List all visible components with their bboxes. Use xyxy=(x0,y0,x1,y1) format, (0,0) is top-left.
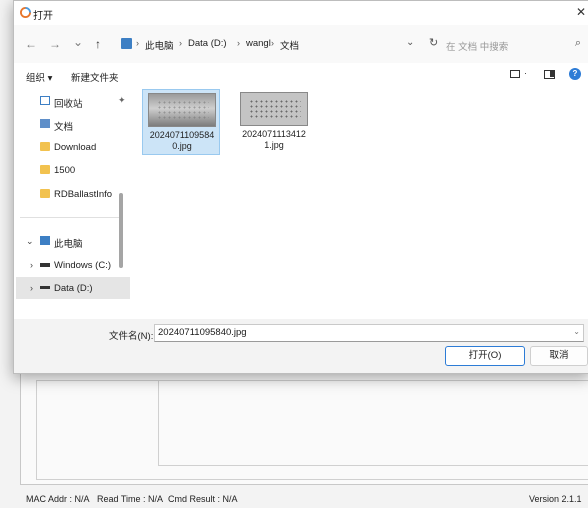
background-divider xyxy=(158,380,159,465)
new-folder-button[interactable]: 新建文件夹 xyxy=(71,70,119,84)
sidebar-item-1500[interactable]: 1500 xyxy=(26,162,126,180)
mac-address-status: MAC Addr : N/A xyxy=(26,494,90,504)
sidebar-item-rdballastinfo[interactable]: RDBallastInfo xyxy=(26,186,126,204)
forward-arrow-icon[interactable]: → xyxy=(49,37,61,51)
breadcrumb-separator: › xyxy=(179,38,182,48)
open-file-dialog: 打开 ✕ ← → ⌄ ↑ › 此电脑 › Data (D:) › wangl ›… xyxy=(13,0,588,374)
navigation-pane: 回收站 ✦ 文档 Download 1500 RDBallastInfo ⌄ 此… xyxy=(14,87,130,307)
chevron-down-icon[interactable]: ⌄ xyxy=(573,327,580,336)
breadcrumb-separator: › xyxy=(136,38,139,48)
refresh-icon[interactable]: ↻ xyxy=(429,36,438,49)
open-button[interactable]: 打开(O) xyxy=(445,346,525,366)
file-item-20240711095840[interactable]: 2024071109584 0.jpg xyxy=(142,89,220,155)
sidebar-item-label: RDBallastInfo xyxy=(54,189,113,200)
image-thumbnail xyxy=(148,93,216,127)
file-name: 2024071109584 0.jpg xyxy=(149,130,215,151)
command-toolbar: 组织 ▾ 新建文件夹 · ? xyxy=(14,63,588,87)
breadcrumb-this-pc[interactable]: 此电脑 xyxy=(145,38,174,52)
dialog-titlebar: 打开 ✕ xyxy=(14,1,588,25)
sidebar-item-label: 回收站 xyxy=(54,99,83,110)
sidebar-scrollbar[interactable] xyxy=(119,193,123,268)
search-placeholder: 在 文档 中搜索 xyxy=(446,42,509,53)
version-label: Version 2.1.1 xyxy=(529,494,582,504)
breadcrumb-documents[interactable]: 文档 xyxy=(280,38,299,52)
image-thumbnail xyxy=(240,92,308,126)
documents-icon xyxy=(40,119,50,128)
filename-input[interactable]: 20240711095840.jpg ⌄ xyxy=(154,324,584,342)
dialog-title: 打开 xyxy=(33,11,53,22)
recent-locations-icon[interactable]: ⌄ xyxy=(73,35,83,49)
folder-icon xyxy=(40,142,50,151)
sidebar-item-windows-c[interactable]: › Windows (C:) xyxy=(26,257,126,275)
thumbnail-detail xyxy=(249,99,301,119)
close-icon[interactable]: ✕ xyxy=(576,5,586,19)
sidebar-item-label: 文档 xyxy=(54,122,74,133)
up-arrow-icon[interactable]: ↑ xyxy=(95,37,101,51)
recycle-bin-icon xyxy=(40,96,50,105)
file-name: 2024071113412 1.jpg xyxy=(242,129,306,150)
file-item-20240711134121[interactable]: 2024071113412 1.jpg xyxy=(235,89,313,155)
view-dropdown-icon[interactable]: · xyxy=(524,68,527,78)
cancel-button[interactable]: 取消 xyxy=(530,346,588,366)
drive-icon xyxy=(40,263,50,267)
sidebar-item-recycle-bin[interactable]: 回收站 ✦ xyxy=(26,93,126,111)
breadcrumb-data-drive[interactable]: Data (D:) xyxy=(188,38,227,49)
status-bar: MAC Addr : N/A Read Time : N/A Cmd Resul… xyxy=(0,488,588,508)
read-time-status: Read Time : N/A xyxy=(97,494,164,504)
sidebar-divider xyxy=(20,217,120,218)
filename-label: 文件名(N): xyxy=(109,331,154,342)
file-list: 2024071109584 0.jpg 2024071113412 1.jpg xyxy=(131,87,588,307)
sidebar-item-label: Download xyxy=(54,142,97,153)
search-icon[interactable]: ⌕ xyxy=(575,37,581,50)
background-divider xyxy=(158,465,588,466)
sidebar-item-this-pc[interactable]: ⌄ 此电脑 xyxy=(26,233,126,251)
app-icon xyxy=(20,7,31,18)
search-box[interactable]: 在 文档 中搜索 ⌕ xyxy=(444,35,584,53)
preview-pane-icon[interactable] xyxy=(544,70,555,79)
sidebar-item-label: Windows (C:) xyxy=(54,260,112,271)
folder-icon xyxy=(40,165,50,174)
breadcrumb-separator: › xyxy=(271,38,274,48)
address-bar[interactable]: › 此电脑 › Data (D:) › wangl › 文档 xyxy=(117,35,437,53)
address-dropdown-icon[interactable]: ⌄ xyxy=(406,37,414,48)
sidebar-item-label: 1500 xyxy=(54,165,76,176)
dialog-footer: 文件名(N): 20240711095840.jpg ⌄ 打开(O) 取消 xyxy=(14,319,588,373)
documents-icon xyxy=(121,38,132,49)
folder-icon xyxy=(40,189,50,198)
chevron-right-icon[interactable]: › xyxy=(30,260,33,270)
chevron-right-icon[interactable]: › xyxy=(30,283,33,293)
back-arrow-icon[interactable]: ← xyxy=(25,37,37,51)
breadcrumb-wangl[interactable]: wangl xyxy=(246,38,271,49)
computer-icon xyxy=(40,236,50,245)
chevron-down-icon[interactable]: ⌄ xyxy=(26,236,34,247)
drive-icon xyxy=(40,286,50,289)
view-mode-icon[interactable] xyxy=(510,70,520,78)
navigation-bar: ← → ⌄ ↑ › 此电脑 › Data (D:) › wangl › 文档 ⌄… xyxy=(14,25,588,63)
sidebar-item-label: Data (D:) xyxy=(54,283,93,294)
sidebar-item-download[interactable]: Download xyxy=(26,139,126,157)
sidebar-item-documents[interactable]: 文档 xyxy=(26,116,126,134)
help-icon[interactable]: ? xyxy=(569,68,581,80)
pin-icon[interactable]: ✦ xyxy=(118,95,126,106)
thumbnail-detail xyxy=(157,100,209,120)
filename-value: 20240711095840.jpg xyxy=(158,327,247,338)
sidebar-item-data-d[interactable]: › Data (D:) xyxy=(26,280,126,298)
sidebar-item-label: 此电脑 xyxy=(54,239,83,250)
organize-menu-button[interactable]: 组织 ▾ xyxy=(26,70,52,84)
breadcrumb-separator: › xyxy=(237,38,240,48)
cmd-result-status: Cmd Result : N/A xyxy=(168,494,238,504)
